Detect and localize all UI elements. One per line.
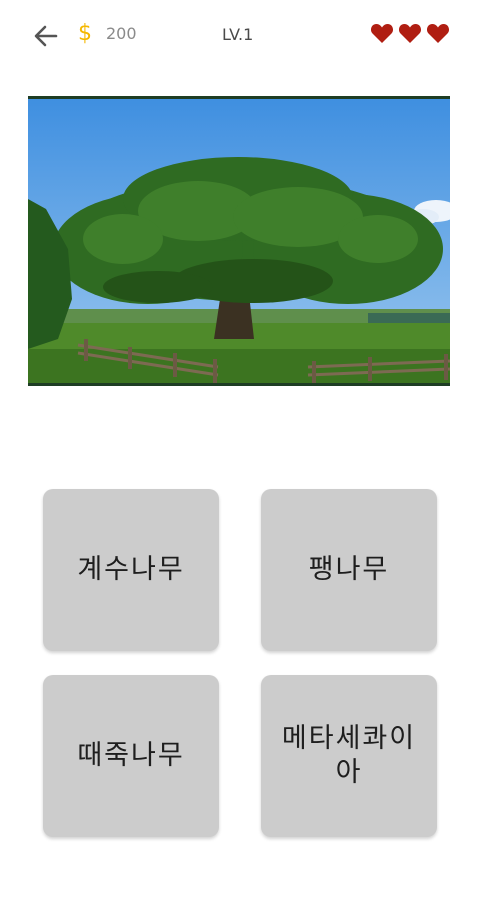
quiz-image	[28, 96, 450, 386]
answer-button-3[interactable]: 때죽나무	[43, 675, 219, 837]
answer-button-1[interactable]: 계수나무	[43, 489, 219, 651]
answer-button-2[interactable]: 팽나무	[261, 489, 437, 651]
top-bar: $ 200 LV.1	[0, 0, 478, 70]
arrow-left-icon	[34, 25, 58, 47]
answer-button-4[interactable]: 메타세콰이아	[261, 675, 437, 837]
heart-icon	[426, 24, 450, 43]
back-button[interactable]	[30, 20, 62, 52]
dollar-icon: $	[78, 21, 92, 46]
level-label: LV.1	[222, 25, 254, 44]
lives	[370, 22, 450, 44]
heart-icon	[370, 24, 394, 43]
heart-icon	[398, 24, 422, 43]
coin-count: 200	[106, 24, 137, 43]
